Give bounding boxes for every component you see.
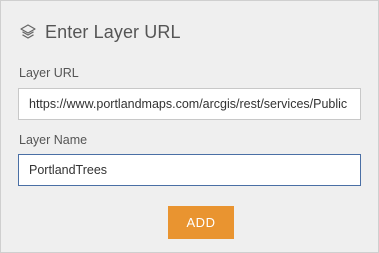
layers-icon [19,23,37,41]
layer-url-input[interactable] [18,88,361,120]
layer-url-label: Layer URL [19,66,79,80]
layer-name-label: Layer Name [19,133,88,147]
add-button[interactable]: ADD [168,206,234,239]
panel-title: Enter Layer URL [45,21,181,42]
layer-name-input[interactable] [18,154,361,186]
panel-header: Enter Layer URL [19,19,181,45]
enter-layer-url-panel: Enter Layer URL Layer URL Layer Name ADD [0,0,379,253]
